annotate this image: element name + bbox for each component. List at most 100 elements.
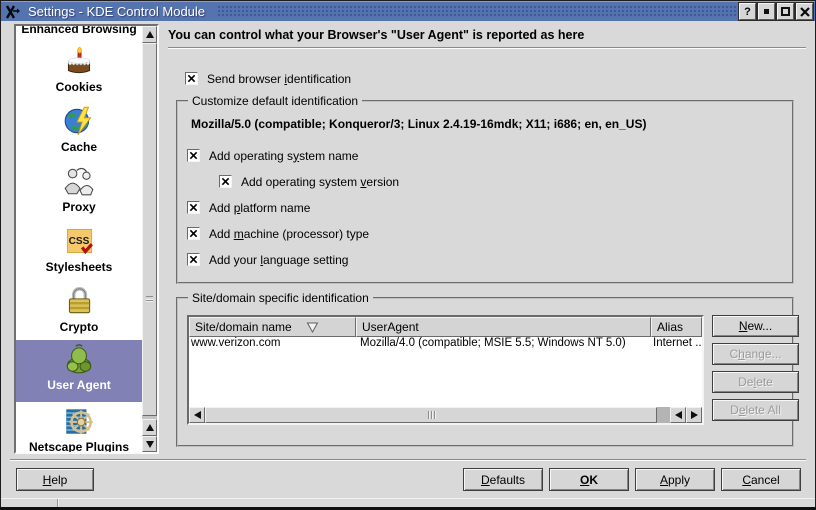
thumb-grip (428, 411, 429, 419)
cell-site-domain: www.verizon.com (189, 337, 356, 353)
column-header-alias[interactable]: Alias (651, 317, 702, 337)
user-agent-icon (62, 342, 96, 376)
cookies-cake-icon (62, 44, 96, 78)
delete-all-button[interactable]: Delete All (712, 399, 799, 421)
scroll-down-button[interactable] (142, 436, 157, 452)
thumb-grip (431, 411, 432, 419)
delete-button[interactable]: Delete (712, 371, 799, 393)
cache-globe-icon (62, 104, 96, 138)
checkbox-label: Add operating system name (209, 149, 358, 163)
new-button[interactable]: New... (712, 315, 799, 337)
table-empty-area (189, 353, 702, 407)
sidebar-item-stylesheets[interactable]: CSS Stylesheets (16, 222, 142, 282)
module-list: Enhanced Browsing Cookies Cache (14, 24, 159, 454)
cell-useragent: Mozilla/4.0 (compatible; MSIE 5.5; Windo… (356, 337, 651, 353)
arrow-down-icon (146, 441, 154, 448)
sidebar-item-label: Cache (61, 140, 97, 154)
checkbox-checked-icon (187, 227, 200, 240)
sidebar-item-netscape-plugins[interactable]: Netscape Plugins (16, 402, 142, 452)
sidebar-item-user-agent[interactable]: User Agent (16, 340, 142, 402)
scrollbar-thumb[interactable] (205, 407, 657, 423)
resize-handle[interactable] (57, 499, 59, 507)
checkbox-label: Add operating system version (241, 175, 399, 189)
help-window-button[interactable]: ? (739, 3, 756, 20)
sidebar-item-crypto[interactable]: Crypto (16, 282, 142, 342)
scroll-up-button-bottom[interactable] (142, 419, 157, 436)
sidebar-scrollbar[interactable] (142, 26, 157, 452)
minimize-icon (764, 9, 769, 14)
table-horizontal-scrollbar[interactable] (189, 407, 702, 423)
header-separator (168, 47, 806, 49)
window-menu-icon[interactable] (5, 4, 21, 20)
send-browser-identification-checkbox[interactable]: Send browser identification (185, 71, 351, 86)
default-user-agent-string: Mozilla/5.0 (compatible; Konqueror/3; Li… (191, 117, 646, 131)
change-button[interactable]: Change... (712, 343, 799, 365)
sidebar-item-proxy[interactable]: Proxy (16, 162, 142, 222)
page-title: You can control what your Browser's "Use… (168, 28, 805, 42)
sidebar-item-label: Cookies (56, 80, 103, 94)
svg-text:CSS: CSS (69, 236, 90, 247)
checkbox-label: Add your language setting (209, 253, 348, 267)
maximize-button[interactable] (777, 3, 794, 20)
close-button[interactable] (796, 3, 813, 20)
scrollbar-track[interactable] (657, 407, 670, 423)
site-agent-table: Site/domain name UserAgent Alias www.ver… (187, 315, 704, 425)
scroll-up-button[interactable] (142, 26, 157, 43)
netscape-plugins-icon (62, 404, 96, 438)
add-language-setting-checkbox[interactable]: Add your language setting (187, 252, 348, 267)
add-os-version-checkbox[interactable]: Add operating system version (219, 174, 399, 189)
scroll-left-button-right[interactable] (670, 407, 686, 423)
add-os-name-checkbox[interactable]: Add operating system name (187, 148, 358, 163)
apply-button[interactable]: Apply (635, 468, 715, 491)
column-header-site-domain[interactable]: Site/domain name (189, 317, 356, 337)
cancel-button[interactable]: Cancel (721, 468, 801, 491)
close-icon (800, 7, 810, 17)
scroll-right-button[interactable] (686, 407, 702, 423)
arrow-up-icon (146, 31, 154, 38)
footer-separator (10, 459, 806, 461)
group-title: Customize default identification (188, 94, 362, 108)
checkbox-checked-icon (219, 175, 232, 188)
table-row[interactable]: www.verizon.com Mozilla/4.0 (compatible;… (189, 337, 702, 353)
window-title: Settings - KDE Control Module (28, 4, 205, 19)
crypto-lock-icon (62, 284, 96, 318)
column-header-useragent[interactable]: UserAgent (356, 317, 651, 337)
add-platform-name-checkbox[interactable]: Add platform name (187, 200, 310, 215)
thumb-grip (146, 296, 153, 301)
arrow-up-icon (146, 424, 154, 431)
proxy-icon (62, 164, 96, 198)
cell-alias: Internet .. (651, 337, 702, 353)
defaults-button[interactable]: Defaults (463, 468, 543, 491)
scrollbar-thumb[interactable] (142, 43, 157, 416)
site-specific-identification-group: Site/domain specific identification Site… (176, 297, 794, 447)
sidebar-item-label: Crypto (60, 320, 99, 334)
minimize-button[interactable] (758, 3, 775, 20)
checkbox-label: Add machine (processor) type (209, 227, 369, 241)
settings-window: Settings - KDE Control Module ? Enhanced… (0, 0, 816, 510)
window-frame-bottom (1, 498, 815, 507)
sidebar-item-label: User Agent (47, 378, 111, 392)
sidebar-item-cookies[interactable]: Cookies (16, 42, 142, 102)
sidebar-item-label: Netscape Plugins (29, 440, 129, 452)
checkbox-checked-icon (187, 253, 200, 266)
scroll-left-button[interactable] (189, 407, 205, 423)
group-title: Site/domain specific identification (188, 291, 373, 305)
thumb-grip (434, 411, 435, 419)
add-machine-type-checkbox[interactable]: Add machine (processor) type (187, 226, 369, 241)
arrow-right-icon (691, 411, 698, 419)
checkbox-checked-icon (187, 201, 200, 214)
customize-default-identification-group: Customize default identification Mozilla… (176, 100, 794, 284)
sidebar-item-label: Proxy (62, 200, 95, 214)
table-header-row: Site/domain name UserAgent Alias (189, 317, 702, 337)
sidebar-item-enhanced-browsing[interactable]: Enhanced Browsing (16, 26, 142, 36)
checkbox-label: Add platform name (209, 201, 310, 215)
checkbox-checked-icon (185, 72, 198, 85)
sort-indicator-icon (306, 322, 319, 333)
help-button[interactable]: Help (16, 468, 94, 491)
maximize-icon (781, 7, 790, 16)
checkbox-label: Send browser identification (207, 72, 351, 86)
sidebar-item-cache[interactable]: Cache (16, 102, 142, 162)
titlebar: Settings - KDE Control Module ? (1, 1, 815, 21)
ok-button[interactable]: OK (549, 468, 629, 491)
stylesheets-css-icon: CSS (62, 224, 96, 258)
